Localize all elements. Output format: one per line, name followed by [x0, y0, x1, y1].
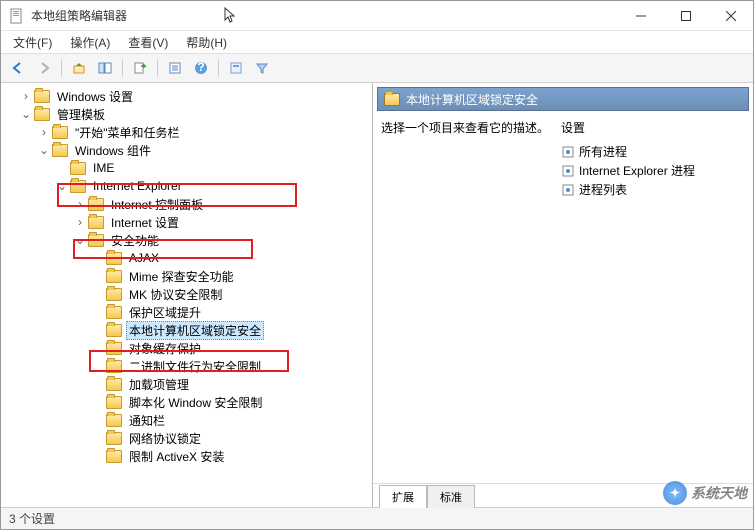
statusbar: 3 个设置	[1, 507, 753, 529]
folder-icon	[106, 396, 122, 409]
export-button[interactable]	[129, 57, 151, 79]
window-title: 本地组策略编辑器	[31, 7, 224, 24]
tree-item-mime-sniff[interactable]: Mime 探查安全功能	[1, 267, 372, 285]
menu-view[interactable]: 查看(V)	[120, 32, 176, 53]
details-pane: 本地计算机区域锁定安全 选择一个项目来查看它的描述。 设置 所有进程 Inter…	[373, 83, 753, 507]
folder-icon	[106, 324, 122, 337]
menu-help[interactable]: 帮助(H)	[178, 32, 235, 53]
maximize-button[interactable]	[663, 1, 708, 30]
menu-action[interactable]: 操作(A)	[62, 32, 118, 53]
up-button[interactable]	[68, 57, 90, 79]
tree-item-ajax[interactable]: AJAX	[1, 249, 372, 267]
folder-icon	[106, 414, 122, 427]
tree-item-internet-control-panel[interactable]: ›Internet 控制面板	[1, 195, 372, 213]
chevron-right-icon[interactable]: ›	[19, 89, 33, 103]
folder-icon	[106, 306, 122, 319]
details-title: 本地计算机区域锁定安全	[406, 91, 538, 108]
toolbar: ?	[1, 53, 753, 83]
chevron-right-icon[interactable]: ›	[73, 197, 87, 211]
help-button[interactable]: ?	[190, 57, 212, 79]
tree-item-binary-behavior[interactable]: 二进制文件行为安全限制	[1, 357, 372, 375]
chevron-down-icon[interactable]: ⌄	[19, 107, 33, 121]
chevron-down-icon[interactable]: ⌄	[55, 179, 69, 193]
settings-column-header[interactable]: 设置	[561, 119, 745, 136]
tree-item-object-cache[interactable]: 对象缓存保护	[1, 339, 372, 357]
tab-standard[interactable]: 标准	[427, 485, 475, 508]
cursor-icon	[224, 7, 238, 25]
forward-button[interactable]	[33, 57, 55, 79]
minimize-button[interactable]	[618, 1, 663, 30]
tree-item-admin-templates[interactable]: ⌄管理模板	[1, 105, 372, 123]
svg-text:?: ?	[197, 61, 204, 74]
status-text: 3 个设置	[9, 510, 55, 527]
folder-icon	[384, 93, 400, 106]
description-text: 选择一个项目来查看它的描述。	[381, 119, 553, 136]
details-tabs: 扩展 标准	[373, 483, 753, 507]
tree-item-internet-settings[interactable]: ›Internet 设置	[1, 213, 372, 231]
folder-icon	[106, 270, 122, 283]
funnel-button[interactable]	[251, 57, 273, 79]
folder-icon	[52, 144, 68, 157]
tree-item-addon-mgmt[interactable]: 加载项管理	[1, 375, 372, 393]
folder-icon	[106, 288, 122, 301]
tree-item-activex-install[interactable]: 限制 ActiveX 安装	[1, 447, 372, 465]
tree-item-zone-elevation[interactable]: 保护区域提升	[1, 303, 372, 321]
folder-icon	[106, 342, 122, 355]
close-button[interactable]	[708, 1, 753, 30]
menubar: 文件(F) 操作(A) 查看(V) 帮助(H)	[1, 31, 753, 53]
tree-item-security-features[interactable]: ⌄安全功能	[1, 231, 372, 249]
folder-icon	[106, 450, 122, 463]
tree-item-notification-bar[interactable]: 通知栏	[1, 411, 372, 429]
folder-icon	[88, 234, 104, 247]
folder-icon	[88, 216, 104, 229]
folder-icon	[52, 126, 68, 139]
titlebar: 本地组策略编辑器	[1, 1, 753, 31]
setting-icon	[561, 145, 575, 159]
tree-item-local-lockdown[interactable]: 本地计算机区域锁定安全	[1, 321, 372, 339]
tab-extended[interactable]: 扩展	[379, 485, 427, 508]
tree-item-scripted-window[interactable]: 脚本化 Window 安全限制	[1, 393, 372, 411]
folder-icon	[106, 432, 122, 445]
tree-item-windows-components[interactable]: ⌄Windows 组件	[1, 141, 372, 159]
folder-icon	[106, 360, 122, 373]
tree-item-mk-protocol[interactable]: MK 协议安全限制	[1, 285, 372, 303]
tree-pane[interactable]: ›Windows 设置 ⌄管理模板 ›"开始"菜单和任务栏 ⌄Windows 组…	[1, 83, 373, 507]
setting-process-list[interactable]: 进程列表	[561, 180, 745, 199]
menu-file[interactable]: 文件(F)	[5, 32, 60, 53]
chevron-right-icon[interactable]: ›	[37, 125, 51, 139]
setting-all-processes[interactable]: 所有进程	[561, 142, 745, 161]
tree-item-ime[interactable]: IME	[1, 159, 372, 177]
folder-icon	[106, 378, 122, 391]
chevron-right-icon[interactable]: ›	[73, 215, 87, 229]
tree-item-windows-settings[interactable]: ›Windows 设置	[1, 87, 372, 105]
back-button[interactable]	[7, 57, 29, 79]
main-area: ›Windows 设置 ⌄管理模板 ›"开始"菜单和任务栏 ⌄Windows 组…	[1, 83, 753, 507]
folder-icon	[70, 180, 86, 193]
folder-icon	[70, 162, 86, 175]
tree-item-network-protocol[interactable]: 网络协议锁定	[1, 429, 372, 447]
setting-icon	[561, 183, 575, 197]
show-hide-tree-button[interactable]	[94, 57, 116, 79]
setting-ie-process[interactable]: Internet Explorer 进程	[561, 161, 745, 180]
folder-icon	[106, 252, 122, 265]
folder-icon	[34, 108, 50, 121]
tree-item-start-taskbar[interactable]: ›"开始"菜单和任务栏	[1, 123, 372, 141]
refresh-button[interactable]	[164, 57, 186, 79]
folder-icon	[34, 90, 50, 103]
tree-item-internet-explorer[interactable]: ⌄Internet Explorer	[1, 177, 372, 195]
chevron-down-icon[interactable]: ⌄	[73, 233, 87, 247]
setting-icon	[561, 164, 575, 178]
details-header: 本地计算机区域锁定安全	[377, 87, 749, 111]
filter-button[interactable]	[225, 57, 247, 79]
app-icon	[9, 8, 25, 24]
chevron-down-icon[interactable]: ⌄	[37, 143, 51, 157]
folder-icon	[88, 198, 104, 211]
